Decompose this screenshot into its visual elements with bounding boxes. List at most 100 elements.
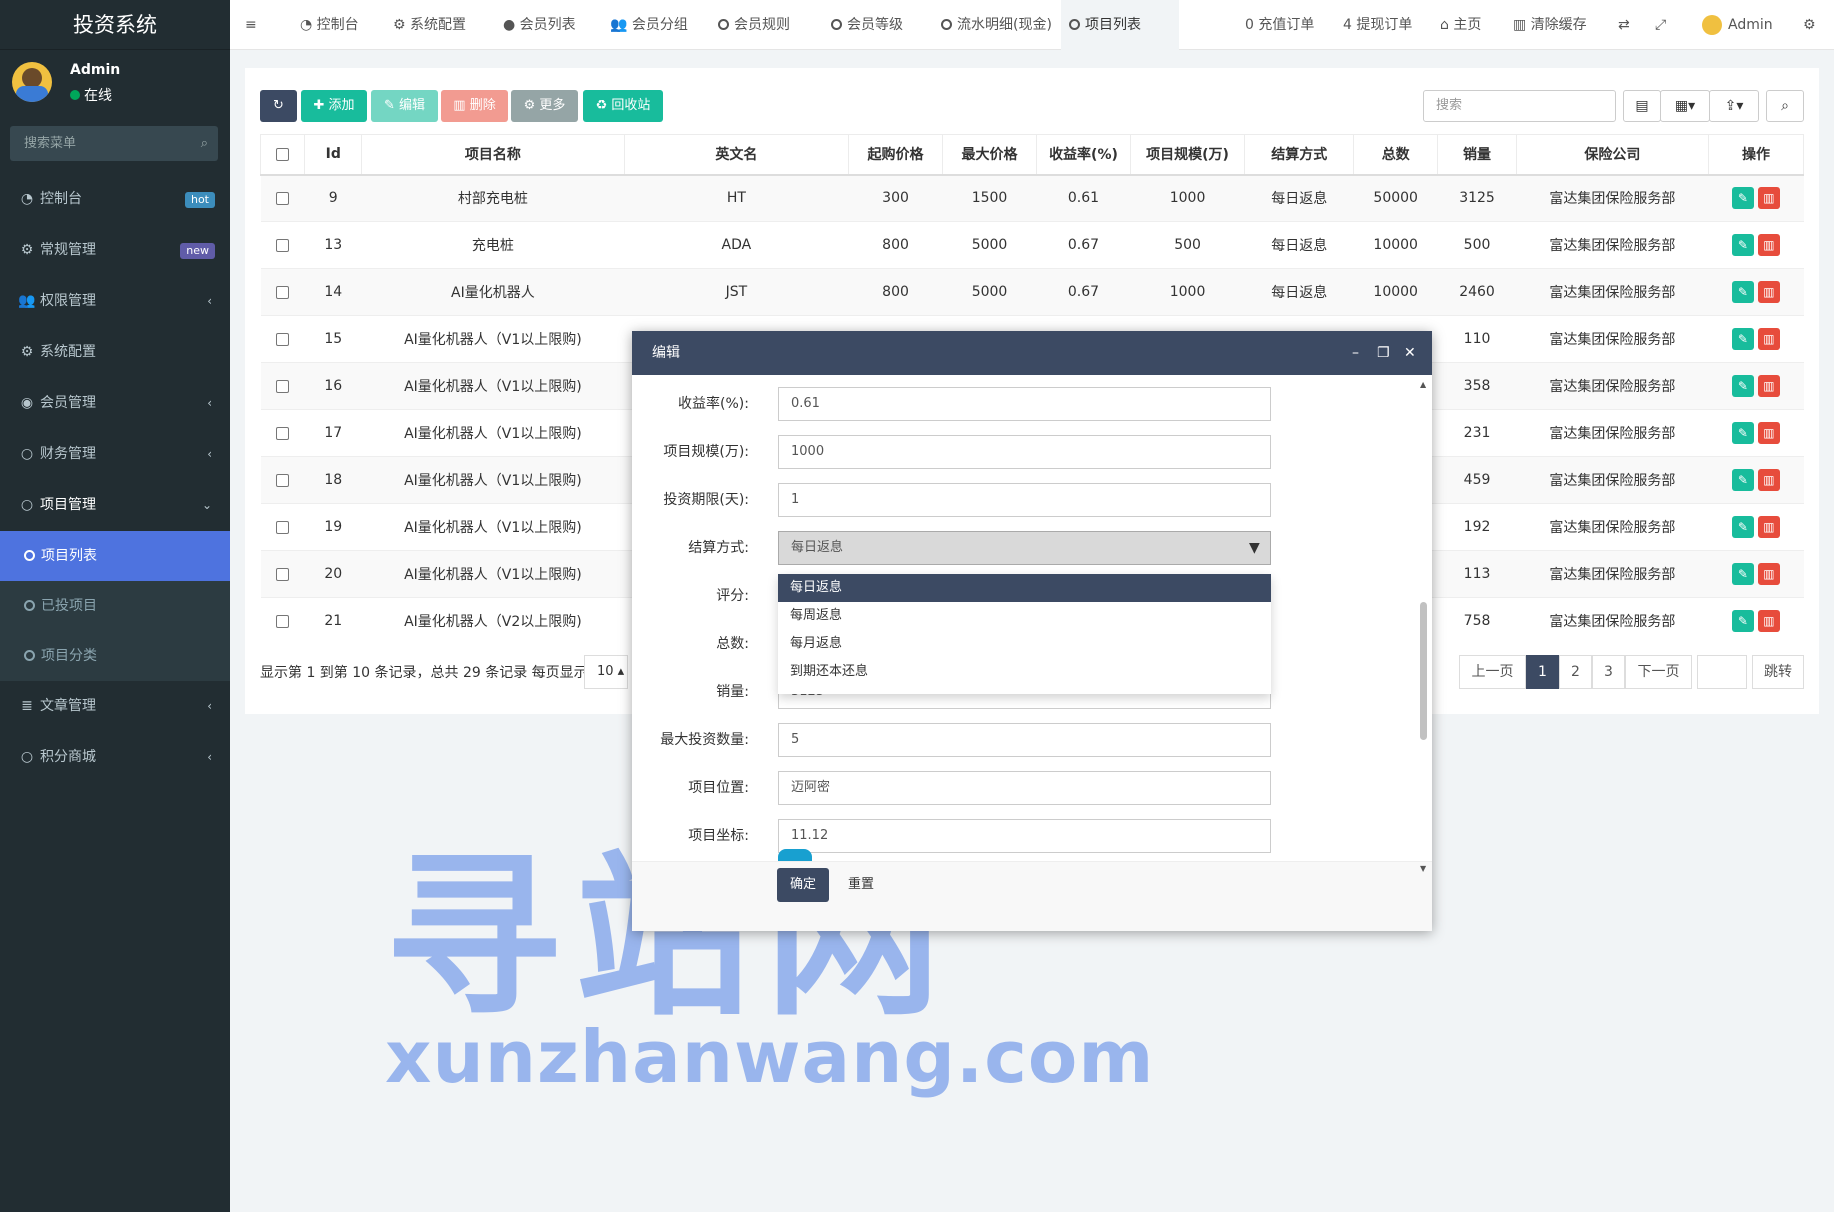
prev-page-button[interactable]: 上一页 [1459, 655, 1526, 689]
sidebar-item-6[interactable]: ○ 项目管理 ⌄ [0, 480, 230, 531]
jump-button[interactable]: 跳转 [1752, 655, 1804, 689]
delete-row-button[interactable]: ▥ [1757, 563, 1780, 585]
toggle-switch[interactable] [778, 849, 812, 861]
toggle-view-icon[interactable]: ▤ [1623, 90, 1661, 122]
confirm-button[interactable]: 确定 [777, 868, 829, 902]
dropdown-option[interactable]: 每周返息 [778, 602, 1271, 630]
row-checkbox[interactable] [276, 379, 290, 393]
columns-icon[interactable]: ▦▾ [1660, 90, 1710, 122]
edit-row-button[interactable]: ✎ [1731, 563, 1754, 585]
dropdown-option[interactable]: 每月返息 [778, 630, 1271, 658]
tab-4[interactable]: 会员规则 [710, 0, 814, 50]
delete-row-button[interactable]: ▥ [1757, 422, 1780, 444]
field-input[interactable]: 迈阿密 [778, 771, 1271, 805]
sidebar-item-1[interactable]: ⚙ 常规管理 new [0, 225, 230, 276]
sidebar-item-0[interactable]: ◔ 控制台 hot [0, 174, 230, 225]
row-checkbox[interactable] [276, 285, 290, 299]
edit-button[interactable]: ✎ 编辑 [371, 90, 438, 122]
tab-0[interactable]: ◔ 控制台 [292, 0, 386, 50]
translate-icon[interactable]: ⇄ [1618, 0, 1630, 50]
delete-button[interactable]: ▥ 删除 [441, 90, 508, 122]
field-input[interactable]: 5 [778, 723, 1271, 757]
page-2-button[interactable]: 2 [1559, 655, 1592, 689]
delete-row-button[interactable]: ▥ [1757, 375, 1780, 397]
edit-row-button[interactable]: ✎ [1731, 375, 1754, 397]
tab-2[interactable]: ● 会员列表 [495, 0, 594, 50]
edit-row-button[interactable]: ✎ [1731, 187, 1754, 210]
scroll-down-arrow-icon[interactable]: ▼ [1420, 864, 1426, 873]
recharge-orders-link[interactable]: 0 充值订单 [1245, 0, 1314, 50]
row-checkbox[interactable] [276, 332, 290, 346]
scrollbar-thumb[interactable] [1420, 602, 1427, 740]
delete-row-button[interactable]: ▥ [1757, 516, 1780, 538]
edit-row-button[interactable]: ✎ [1731, 610, 1754, 633]
fullscreen-icon[interactable]: ⤢ [1655, 0, 1666, 50]
search-button[interactable]: ⌕ [1766, 90, 1804, 122]
sidebar-item2-1[interactable]: ○ 积分商城 ‹ [0, 732, 230, 783]
clear-cache-link[interactable]: ▥ 清除缓存 [1513, 0, 1587, 50]
withdraw-orders-link[interactable]: 4 提现订单 [1343, 0, 1412, 50]
dropdown-option[interactable]: 到期还本还息 [778, 658, 1271, 686]
delete-row-button[interactable]: ▥ [1757, 469, 1780, 491]
jump-page-input[interactable] [1697, 655, 1747, 689]
delete-row-button[interactable]: ▥ [1757, 610, 1780, 633]
table-search-input[interactable]: 搜索 [1423, 90, 1616, 122]
row-checkbox[interactable] [276, 473, 290, 487]
delete-row-button[interactable]: ▥ [1757, 234, 1780, 256]
tab-5[interactable]: 会员等级 [823, 0, 927, 50]
settlement-select[interactable]: 每日返息 [778, 531, 1271, 565]
row-checkbox[interactable] [276, 614, 290, 628]
select-all-checkbox[interactable] [259, 134, 306, 176]
page-3-button[interactable]: 3 [1592, 655, 1625, 689]
admin-user-menu[interactable]: Admin [1702, 0, 1773, 50]
tab-7[interactable]: 项目列表 [1061, 0, 1179, 50]
next-page-button[interactable]: 下一页 [1625, 655, 1692, 689]
field-input[interactable]: 0.61 [778, 387, 1271, 421]
sidebar-item-5[interactable]: ○ 财务管理 ‹ [0, 429, 230, 480]
sidebar-subitem-2[interactable]: 项目分类 [0, 631, 230, 681]
checkbox[interactable] [276, 147, 290, 161]
row-checkbox[interactable] [276, 191, 290, 205]
dialog-scrollbar[interactable]: ▲ ▼ [1418, 380, 1430, 874]
field-input[interactable]: 1 [778, 483, 1271, 517]
page-size-select[interactable]: 10 ▴ [584, 655, 628, 689]
row-checkbox[interactable] [276, 426, 290, 440]
edit-row-button[interactable]: ✎ [1731, 516, 1754, 538]
maximize-icon[interactable]: ❐ [1377, 331, 1390, 375]
more-button[interactable]: ⚙ 更多 [511, 90, 578, 122]
settings-icon[interactable]: ⚙ [1803, 0, 1816, 50]
edit-row-button[interactable]: ✎ [1731, 422, 1754, 444]
sidebar-subitem-1[interactable]: 已投项目 [0, 581, 230, 631]
sidebar-item-3[interactable]: ⚙ 系统配置 [0, 327, 230, 378]
sidebar-item-2[interactable]: 👥 权限管理 ‹ [0, 276, 230, 327]
row-checkbox[interactable] [276, 520, 290, 534]
sidebar-search-input[interactable]: 搜索菜单 ⌕ [10, 126, 218, 161]
delete-row-button[interactable]: ▥ [1757, 328, 1780, 350]
page-1-button[interactable]: 1 [1526, 655, 1559, 689]
reset-button[interactable]: 重置 [837, 868, 885, 902]
sidebar-item-4[interactable]: ◉ 会员管理 ‹ [0, 378, 230, 429]
export-icon[interactable]: ⇪▾ [1709, 90, 1759, 122]
tab-1[interactable]: ⚙ 系统配置 [385, 0, 494, 50]
scroll-up-arrow-icon[interactable]: ▲ [1420, 380, 1426, 389]
dropdown-option[interactable]: 每日返息 [778, 574, 1271, 602]
tab-3[interactable]: 👥 会员分组 [602, 0, 706, 50]
minimize-icon[interactable]: – [1352, 331, 1359, 375]
row-checkbox[interactable] [276, 567, 290, 581]
close-icon[interactable]: ✕ [1404, 331, 1416, 375]
edit-row-button[interactable]: ✎ [1731, 281, 1754, 303]
tab-6[interactable]: 流水明细(现金) [933, 0, 1065, 50]
add-button[interactable]: ✚ 添加 [301, 90, 367, 122]
row-checkbox[interactable] [276, 238, 290, 252]
edit-row-button[interactable]: ✎ [1731, 328, 1754, 350]
field-input[interactable]: 11.12 [778, 819, 1271, 853]
recycle-bin-button[interactable]: ♻ 回收站 [583, 90, 663, 122]
field-input[interactable]: 1000 [778, 435, 1271, 469]
delete-row-button[interactable]: ▥ [1757, 281, 1780, 303]
sidebar-item2-0[interactable]: ≣ 文章管理 ‹ [0, 681, 230, 732]
refresh-button[interactable]: ↻ [260, 90, 297, 122]
delete-row-button[interactable]: ▥ [1757, 187, 1780, 210]
menu-toggle-icon[interactable]: ≡ [245, 0, 257, 50]
edit-row-button[interactable]: ✎ [1731, 469, 1754, 491]
edit-row-button[interactable]: ✎ [1731, 234, 1754, 256]
